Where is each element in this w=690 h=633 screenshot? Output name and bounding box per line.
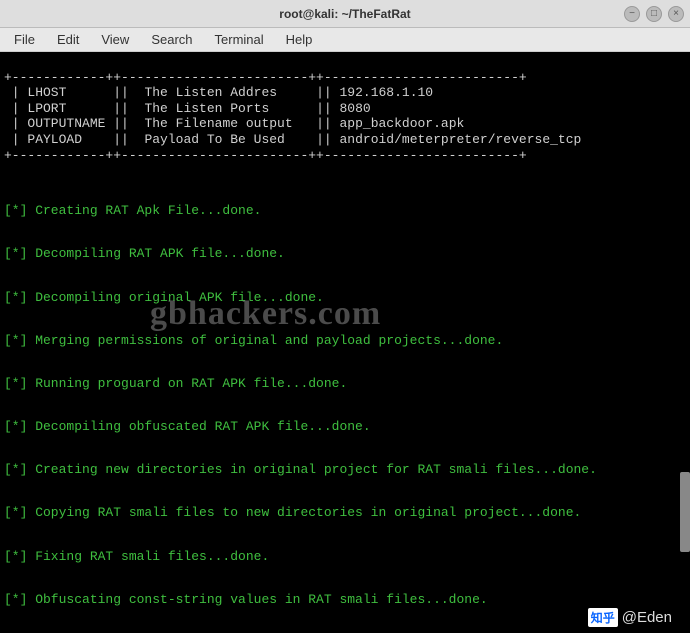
menu-view[interactable]: View	[91, 30, 139, 49]
menu-file[interactable]: File	[4, 30, 45, 49]
step-line: [*] Fixing RAT smali files...done.	[4, 549, 686, 565]
step-line: [*] Decompiling RAT APK file...done.	[4, 246, 686, 262]
table-row: | LPORT || The Listen Ports || 8080	[4, 101, 371, 116]
minimize-icon[interactable]: −	[624, 6, 640, 22]
step-line: [*] Copying RAT smali files to new direc…	[4, 505, 686, 521]
step-line: [*] Decompiling obfuscated RAT APK file.…	[4, 419, 686, 435]
table-border-bottom: +------------++------------------------+…	[4, 148, 527, 163]
maximize-icon[interactable]: □	[646, 6, 662, 22]
step-line: [*] Merging permissions of original and …	[4, 333, 686, 349]
window-title: root@kali: ~/TheFatRat	[279, 7, 410, 21]
step-line: [*] Creating new directories in original…	[4, 462, 686, 478]
table-row: | LHOST || The Listen Addres || 192.168.…	[4, 85, 433, 100]
menubar: File Edit View Search Terminal Help	[0, 28, 690, 52]
menu-edit[interactable]: Edit	[47, 30, 89, 49]
titlebar: root@kali: ~/TheFatRat − □ ×	[0, 0, 690, 28]
table-row: | OUTPUTNAME || The Filename output || a…	[4, 116, 464, 131]
table-row: | PAYLOAD || Payload To Be Used || andro…	[4, 132, 581, 147]
terminal-output[interactable]: +------------++------------------------+…	[0, 52, 690, 633]
step-line: [*] Obfuscating const-string values in R…	[4, 592, 686, 608]
close-icon[interactable]: ×	[668, 6, 684, 22]
scrollbar[interactable]	[678, 52, 690, 593]
step-line: [*] Running proguard on RAT APK file...d…	[4, 376, 686, 392]
scroll-thumb[interactable]	[680, 472, 690, 552]
step-line: [*] Creating RAT Apk File...done.	[4, 203, 686, 219]
window-controls: − □ ×	[624, 6, 684, 22]
menu-terminal[interactable]: Terminal	[205, 30, 274, 49]
step-line: [*] Decompiling original APK file...done…	[4, 290, 686, 306]
table-border-top: +------------++------------------------+…	[4, 70, 527, 85]
menu-search[interactable]: Search	[141, 30, 202, 49]
menu-help[interactable]: Help	[276, 30, 323, 49]
